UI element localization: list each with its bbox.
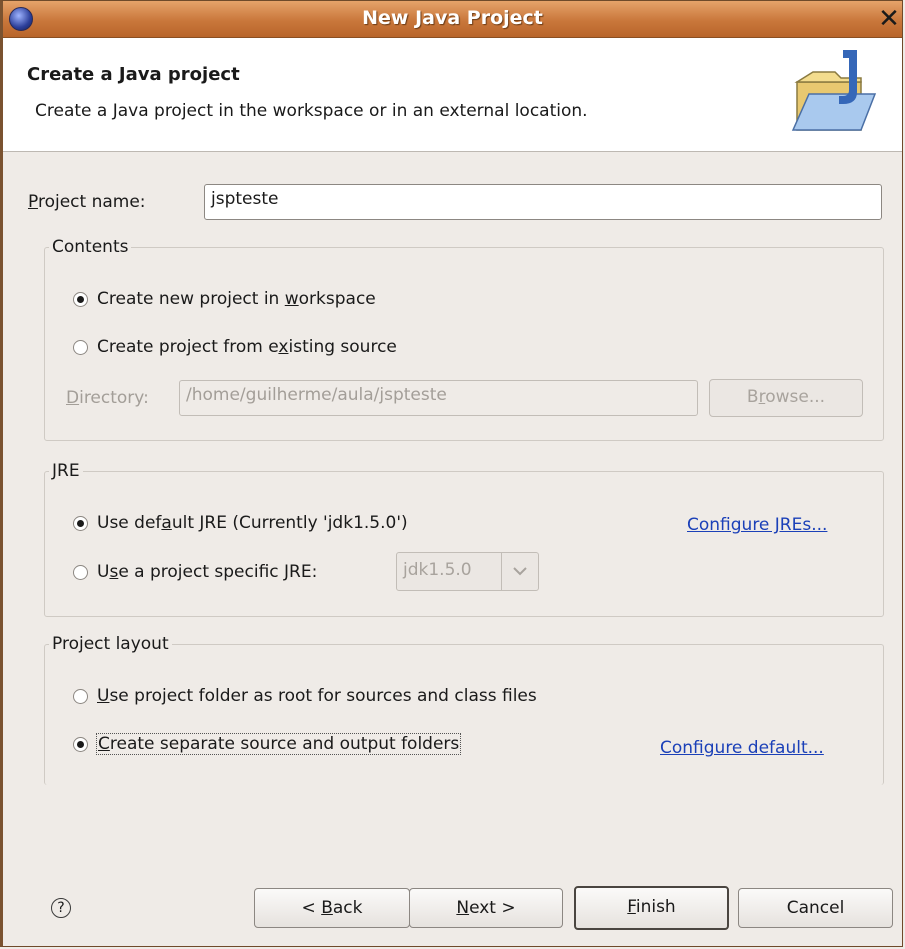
radio-label: Use default JRE (Currently 'jdk1.5.0') [97,513,408,533]
wizard-banner: Create a Java project Create a Java proj… [3,38,902,152]
finish-button[interactable]: Finish [574,886,729,930]
radio-button-checked[interactable] [73,736,88,752]
configure-default-link[interactable]: Configure default... [660,738,824,758]
radio-use-specific-jre[interactable]: Use a project specific JRE: [73,562,317,582]
cancel-button[interactable]: Cancel [738,888,893,928]
banner-title: Create a Java project [27,64,240,85]
directory-input[interactable]: /home/guilherme/aula/jspteste [179,380,698,416]
jre-select-value: jdk1.5.0 [403,560,472,580]
title-bar[interactable]: New Java Project ✕ [3,1,902,38]
radio-button-checked[interactable] [73,515,88,531]
radio-button-unchecked[interactable] [73,339,88,355]
question-circle-icon[interactable]: ? [51,898,71,918]
jre-legend: JRE [49,461,83,481]
project-layout-group [44,644,884,785]
browse-button[interactable]: Browse... [709,379,863,417]
radio-create-in-workspace[interactable]: Create new project in workspace [73,289,376,309]
radio-create-from-existing[interactable]: Create project from existing source [73,337,397,357]
window-title: New Java Project [362,7,543,29]
radio-label: Use a project specific JRE: [97,562,318,582]
project-name-input[interactable]: jspteste [204,184,882,220]
directory-label: Directory: [66,388,149,408]
project-layout-legend: Project layout [49,634,172,654]
chevron-down-icon[interactable] [501,553,538,590]
radio-button-unchecked[interactable] [73,564,88,580]
radio-button-checked[interactable] [73,291,88,307]
project-name-label: Project name: [28,192,146,212]
next-button[interactable]: Next > [409,888,563,928]
radio-button-unchecked[interactable] [73,688,88,704]
close-icon[interactable]: ✕ [876,5,902,33]
back-button[interactable]: < Back [254,888,410,928]
banner-description: Create a Java project in the workspace o… [35,101,588,121]
jre-select[interactable]: jdk1.5.0 [396,552,539,591]
new-java-project-dialog: New Java Project ✕ Create a Java project… [0,0,903,947]
contents-legend: Contents [49,237,132,257]
configure-jres-link[interactable]: Configure JREs... [687,515,827,535]
radio-label: Create new project in workspace [97,289,376,309]
java-project-folder-icon [791,50,877,131]
radio-label: Use project folder as root for sources a… [97,686,537,706]
radio-use-project-folder-root[interactable]: Use project folder as root for sources a… [73,686,537,706]
radio-use-default-jre[interactable]: Use default JRE (Currently 'jdk1.5.0') [73,513,408,533]
radio-label: Create separate source and output folder… [95,733,462,755]
radio-create-separate-folders[interactable]: Create separate source and output folder… [73,733,462,755]
radio-label: Create project from existing source [97,337,397,357]
jre-group [44,471,884,617]
